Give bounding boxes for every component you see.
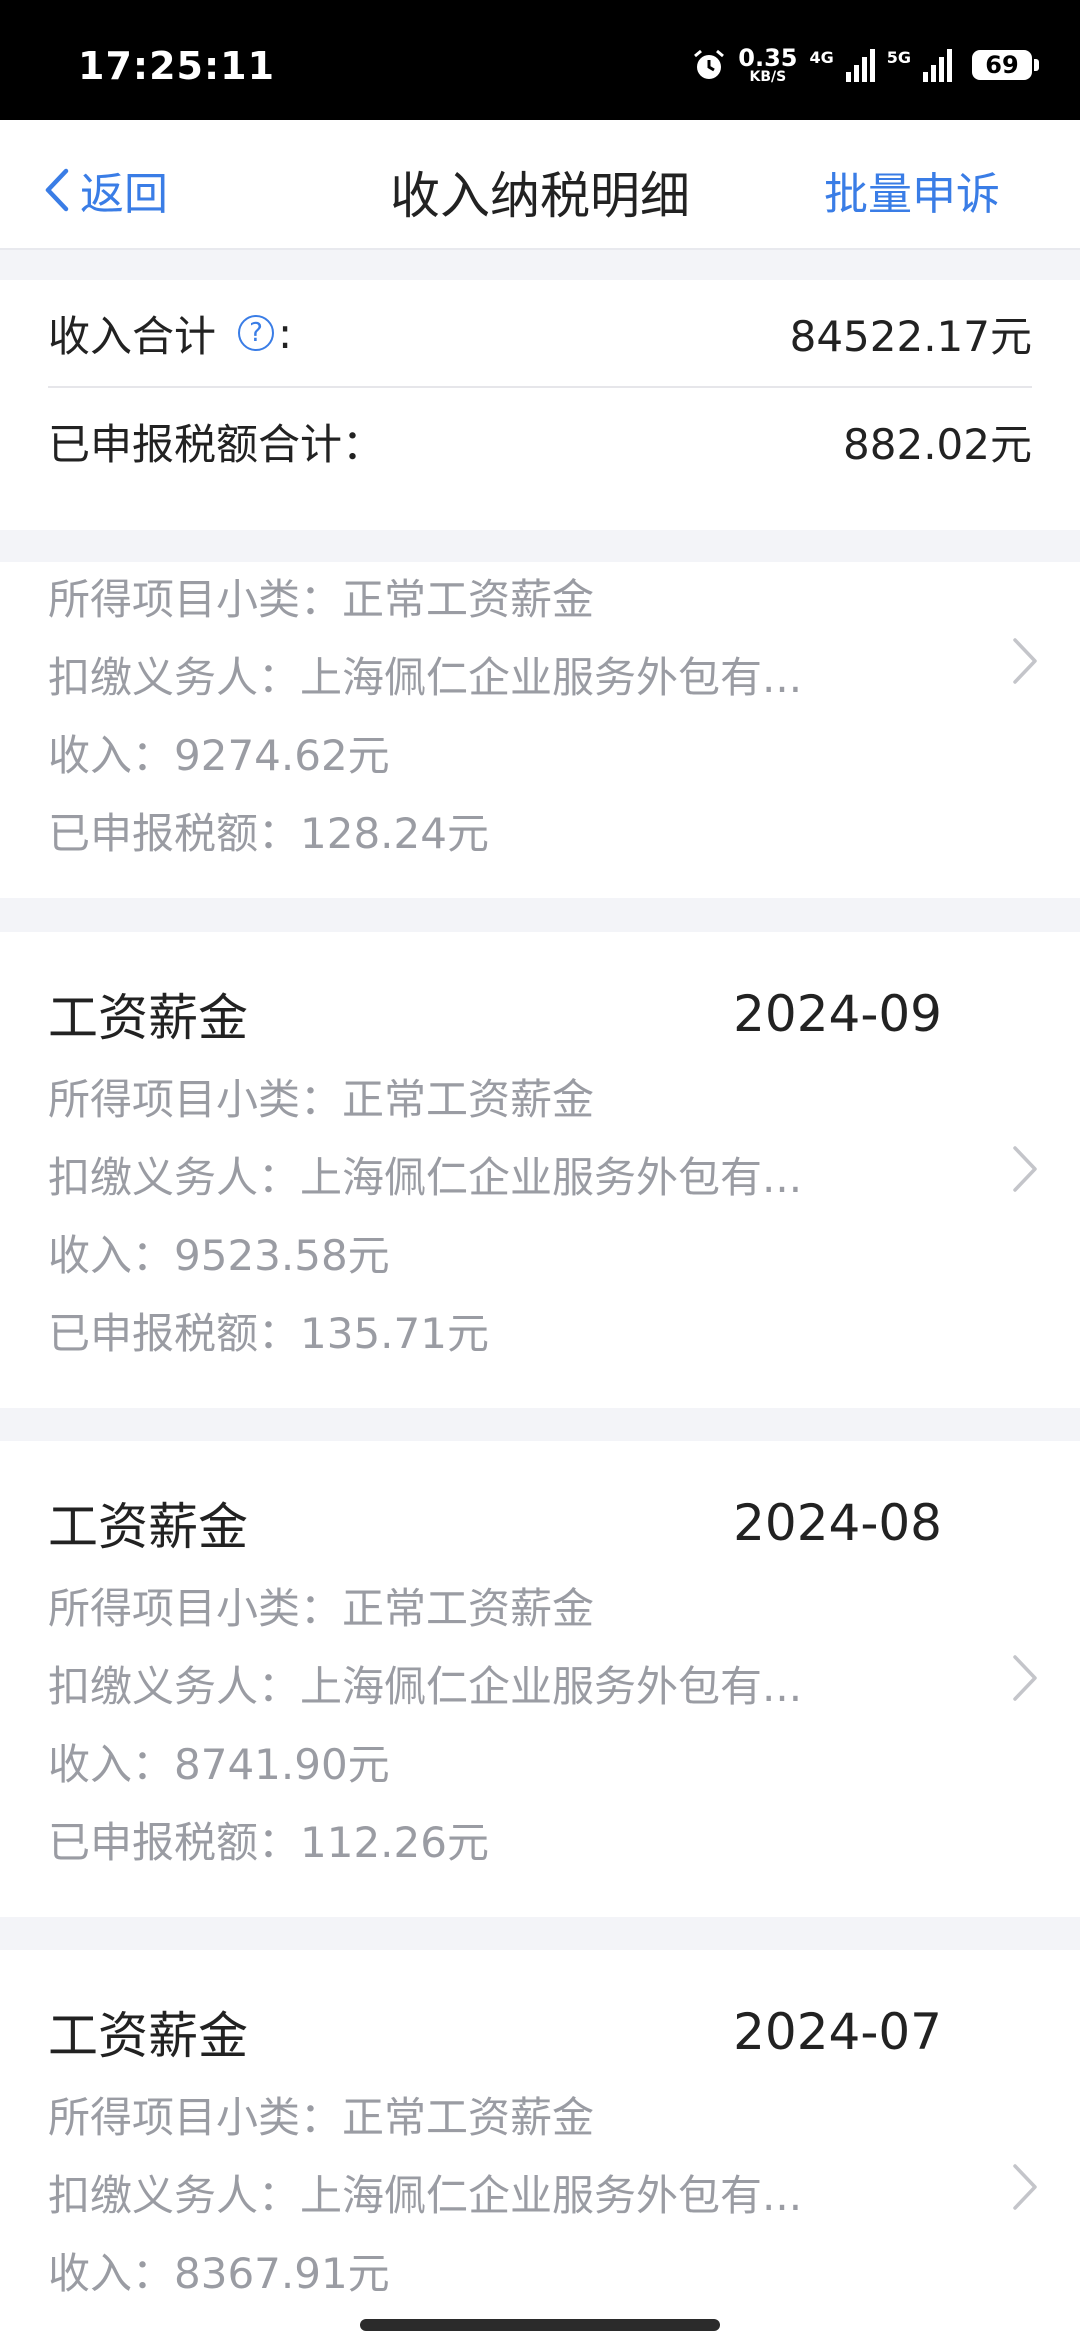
record-tax: 已申报税额：135.71元 xyxy=(48,1309,489,1358)
record-tax: 已申报税额：128.24元 xyxy=(48,809,489,858)
status-time: 17:25:11 xyxy=(78,44,276,88)
help-icon[interactable]: ? xyxy=(238,315,275,351)
record-card[interactable]: 工资薪金 2024-09 所得项目小类：正常工资薪金 扣缴义务人：上海佩仁企业服… xyxy=(0,932,1080,1408)
record-payer: 扣缴义务人：上海佩仁企业服务外包有... xyxy=(48,1662,803,1711)
status-bar: 17:25:11 0.35 KB/S 4G 5G 69 xyxy=(0,0,1080,120)
summary-card: 收入合计 ? : 84522.17元 已申报税额合计： 882.02元 xyxy=(0,280,1080,530)
alarm-icon xyxy=(694,49,725,79)
chevron-right-icon xyxy=(1013,2164,1037,2210)
record-subcategory: 所得项目小类：正常工资薪金 xyxy=(48,2093,595,2142)
record-period: 2024-09 xyxy=(733,985,942,1043)
back-label: 返回 xyxy=(80,169,168,220)
battery-level: 69 xyxy=(985,51,1019,79)
record-title: 工资薪金 xyxy=(48,2007,248,2065)
record-tax: 已申报税额：112.26元 xyxy=(48,1818,489,1867)
record-subcategory: 所得项目小类：正常工资薪金 xyxy=(48,575,595,624)
batch-appeal-button[interactable]: 批量申诉 xyxy=(824,158,1000,222)
record-income: 收入：9523.58元 xyxy=(48,1231,390,1280)
record-payer: 扣缴义务人：上海佩仁企业服务外包有... xyxy=(48,1153,803,1202)
home-indicator[interactable] xyxy=(360,2319,720,2331)
chevron-left-icon xyxy=(45,168,69,212)
chevron-right-icon xyxy=(1013,1146,1037,1192)
status-icons: 0.35 KB/S 4G 5G 69 xyxy=(692,44,1039,85)
signal-icon xyxy=(845,48,875,82)
chevron-right-icon xyxy=(1013,638,1037,684)
record-title: 工资薪金 xyxy=(48,989,248,1047)
record-income: 收入：9274.62元 xyxy=(48,731,390,780)
network-type-5g: 5G xyxy=(886,48,911,67)
record-subcategory: 所得项目小类：正常工资薪金 xyxy=(48,1075,595,1124)
chevron-right-icon xyxy=(1013,1655,1037,1701)
record-card[interactable]: 所得项目小类：正常工资薪金 扣缴义务人：上海佩仁企业服务外包有... 收入：92… xyxy=(0,562,1080,898)
tax-total-label: 已申报税额合计： xyxy=(48,419,385,469)
signal-icon xyxy=(923,48,952,82)
record-income: 收入：8741.90元 xyxy=(48,1740,390,1789)
record-subcategory: 所得项目小类：正常工资薪金 xyxy=(48,1584,595,1633)
back-button[interactable]: 返回 xyxy=(40,158,168,222)
net-speed: 0.35 KB/S xyxy=(738,44,798,85)
record-payer: 扣缴义务人：上海佩仁企业服务外包有... xyxy=(48,2171,803,2220)
income-total-row: 收入合计 ? : 84522.17元 xyxy=(48,280,1032,388)
income-total-label: 收入合计 xyxy=(48,311,217,361)
tax-total-value: 882.02元 xyxy=(843,419,1032,469)
record-card[interactable]: 工资薪金 2024-07 所得项目小类：正常工资薪金 扣缴义务人：上海佩仁企业服… xyxy=(0,1950,1080,2352)
record-title: 工资薪金 xyxy=(48,1498,248,1556)
battery-icon: 69 xyxy=(972,50,1039,80)
record-period: 2024-08 xyxy=(733,1494,942,1552)
tax-total-row: 已申报税额合计： 882.02元 xyxy=(48,388,1032,494)
record-card[interactable]: 工资薪金 2024-08 所得项目小类：正常工资薪金 扣缴义务人：上海佩仁企业服… xyxy=(0,1441,1080,1917)
record-payer: 扣缴义务人：上海佩仁企业服务外包有... xyxy=(48,653,803,702)
record-period: 2024-07 xyxy=(733,2003,942,2061)
record-income: 收入：8367.91元 xyxy=(48,2249,390,2298)
income-total-value: 84522.17元 xyxy=(789,311,1032,361)
nav-bar: 返回 收入纳税明细 批量申诉 xyxy=(0,120,1080,250)
network-type-4g: 4G xyxy=(809,48,834,67)
